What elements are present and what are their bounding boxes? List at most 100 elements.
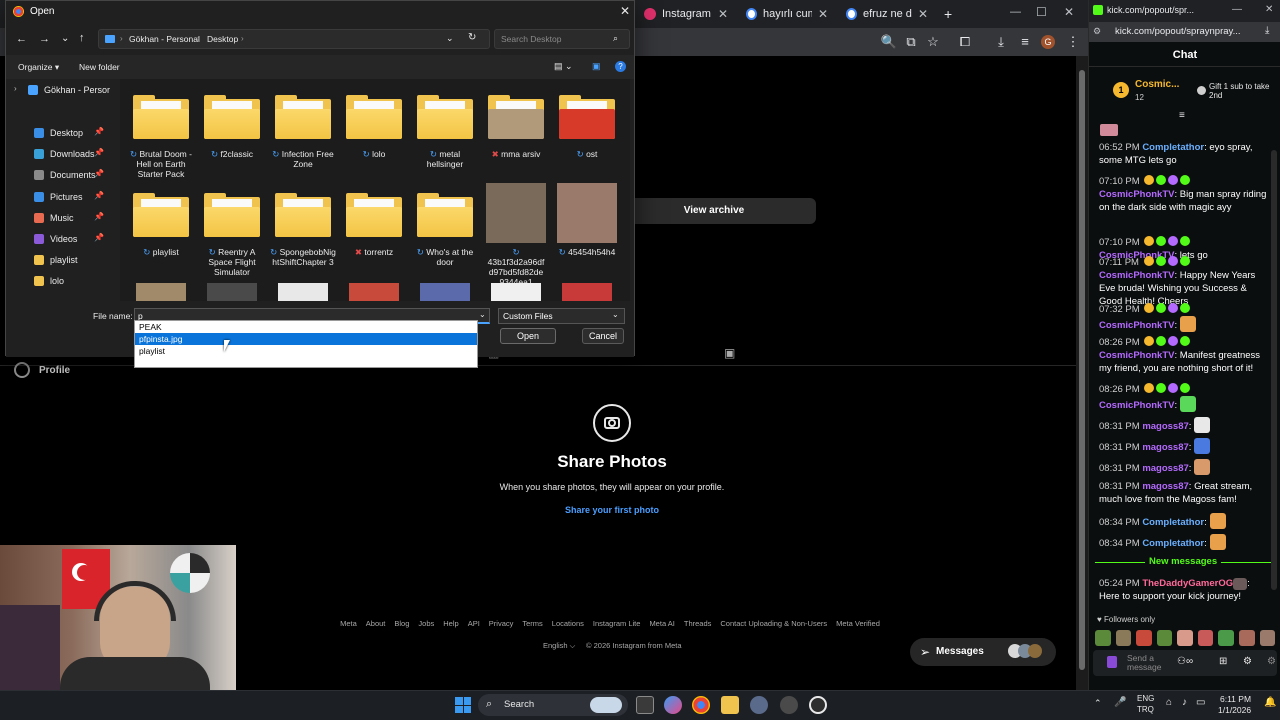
nav-item[interactable]: lolo	[34, 274, 64, 288]
discord-taskbar-icon[interactable]	[780, 696, 798, 714]
chat-username[interactable]: magoss87	[1142, 421, 1188, 432]
site-info-icon[interactable]: ⚙	[1093, 26, 1101, 37]
language-indicator-bottom[interactable]: TRQ	[1137, 705, 1154, 714]
settings-taskbar-icon[interactable]	[750, 696, 768, 714]
up-arrow-icon[interactable]: ↑	[79, 32, 85, 44]
file-item[interactable]: ↻ f2classic	[199, 95, 265, 159]
download-icon[interactable]: ⤓	[1265, 25, 1269, 36]
taskbar-search-box[interactable]: ⌕ Search	[478, 694, 628, 716]
footer-link[interactable]: Meta AI	[649, 619, 674, 628]
send-message-input[interactable]: Send a message ⚇∞ ⊞ ⚙ ⚙	[1093, 650, 1277, 676]
file-item[interactable]: ↻ Brutal Doom - Hell on Earth Starter Pa…	[128, 95, 194, 179]
close-window-button[interactable]: ✕	[1265, 4, 1273, 15]
chrome-taskbar-icon[interactable]	[692, 696, 710, 714]
tab-instagram[interactable]: Instagram ✕	[636, 3, 736, 25]
chat-username[interactable]: CosmicPhonkTV	[1099, 400, 1175, 411]
back-arrow-icon[interactable]: ←	[16, 33, 27, 45]
view-options-icon[interactable]: ▤ ⌄	[554, 61, 573, 72]
nav-item[interactable]: Desktop	[34, 126, 83, 140]
chat-username[interactable]: Completathor	[1142, 142, 1204, 153]
chat-username[interactable]: magoss87	[1142, 481, 1188, 492]
battery-icon[interactable]: ▭	[1196, 697, 1205, 708]
chat-options-icon[interactable]: ⚇∞	[1177, 656, 1193, 667]
organize-button[interactable]: Organize ▾	[18, 62, 59, 73]
nav-item[interactable]: Music	[34, 211, 74, 225]
open-button[interactable]: Open	[500, 328, 556, 344]
file-item[interactable]: ↻ playlist	[128, 193, 194, 257]
language-indicator-top[interactable]: ENG	[1137, 694, 1154, 703]
file-type-select[interactable]: Custom Files ⌄	[498, 308, 625, 324]
kick-url[interactable]: kick.com/popout/spraynpray...	[1115, 26, 1241, 37]
chat-username[interactable]: TheDaddyGamerOG	[1142, 578, 1233, 589]
file-thumbnail[interactable]	[562, 283, 612, 301]
nav-item[interactable]: Documents	[34, 168, 96, 182]
file-item[interactable]: ↻ lolo	[341, 95, 407, 159]
new-folder-button[interactable]: New folder	[79, 62, 120, 72]
file-item[interactable]: ✖ torrentz	[341, 193, 407, 257]
minimize-button[interactable]: —	[1232, 4, 1242, 15]
file-explorer-icon[interactable]	[721, 696, 739, 714]
clock-date[interactable]: 1/1/2026	[1218, 705, 1251, 715]
zoom-icon[interactable]: 🔍	[880, 33, 898, 51]
file-thumbnail[interactable]	[420, 283, 470, 301]
nav-item[interactable]: playlist	[34, 253, 78, 267]
microphone-icon[interactable]	[1107, 656, 1117, 668]
file-item[interactable]: ↻ SpongebobNig htShiftChapter 3	[270, 193, 336, 267]
microphone-tray-icon[interactable]: 🎤	[1114, 697, 1126, 708]
profile-avatar[interactable]: G	[1041, 35, 1055, 49]
bookmark-star-icon[interactable]: ☆	[924, 33, 942, 51]
install-icon[interactable]: ⧉	[902, 33, 920, 51]
chat-username[interactable]: CosmicPhonkTV	[1099, 270, 1175, 281]
file-thumbnail[interactable]	[207, 283, 257, 301]
gift-text[interactable]: Gift 1 sub to take 2nd	[1209, 82, 1271, 100]
download-icon[interactable]: ⤓	[992, 33, 1010, 51]
media-control-icon[interactable]: ≡	[1016, 33, 1034, 51]
extensions-icon[interactable]: ⧠	[956, 33, 974, 51]
footer-link[interactable]: Help	[443, 619, 458, 628]
footer-link[interactable]: Instagram Lite	[593, 619, 641, 628]
close-tab-icon[interactable]: ✕	[718, 7, 728, 21]
network-icon[interactable]: ⌂	[1166, 697, 1172, 708]
file-thumbnail[interactable]	[349, 283, 399, 301]
menu-dots-icon[interactable]: ⋮	[1064, 33, 1082, 51]
recent-chevron-icon[interactable]: ⌄	[61, 33, 69, 44]
footer-link[interactable]: Locations	[552, 619, 584, 628]
tray-chevron-icon[interactable]: ⌃	[1094, 698, 1102, 709]
nav-item[interactable]: Pictures	[34, 190, 83, 204]
file-thumbnail[interactable]	[136, 283, 186, 301]
refresh-icon[interactable]: ↻	[468, 32, 476, 43]
close-tab-icon[interactable]: ✕	[818, 7, 828, 21]
file-item[interactable]: ↻ metal hellsinger	[412, 95, 478, 169]
autocomplete-option[interactable]: playlist	[135, 345, 477, 357]
expand-chevron-icon[interactable]: ›	[14, 84, 17, 93]
messages-button[interactable]: ➢ Messages	[910, 638, 1056, 666]
top-gifter-name[interactable]: Cosmic...	[1135, 79, 1179, 90]
clock-time[interactable]: 6:11 PM	[1220, 694, 1251, 704]
file-item[interactable]: ↻ 45454h54h4	[554, 183, 620, 257]
file-item[interactable]: ↻ Who's at the door	[412, 193, 478, 267]
page-scrollbar[interactable]	[1076, 56, 1088, 690]
tab-efruz[interactable]: efruz ne deme ✕	[838, 3, 936, 25]
chat-username[interactable]: magoss87	[1142, 463, 1188, 474]
footer-link[interactable]: About	[366, 619, 386, 628]
collapse-icon[interactable]: ≡	[1179, 110, 1185, 121]
nav-item[interactable]: Gökhan - Persor	[28, 83, 110, 97]
chat-username[interactable]: magoss87	[1142, 442, 1188, 453]
file-name-dropdown-icon[interactable]: ⌄	[479, 310, 486, 319]
footer-link[interactable]: Threads	[684, 619, 712, 628]
search-desktop-input[interactable]: Search Desktop ⌕	[494, 29, 630, 49]
footer-link[interactable]: Terms	[522, 619, 542, 628]
breadcrumb-desktop[interactable]: Desktop	[207, 34, 238, 44]
footer-link[interactable]: Contact Uploading & Non-Users	[720, 619, 827, 628]
new-tab-button[interactable]: +	[944, 6, 952, 22]
share-first-photo-link[interactable]: Share your first photo	[438, 505, 786, 515]
settings-gear-icon[interactable]: ⚙	[1243, 656, 1252, 667]
footer-link[interactable]: Blog	[394, 619, 409, 628]
file-item[interactable]: ↻ 43b1f3d2a96df d97bd5fd82de 9344ea1	[483, 183, 549, 287]
profile-nav-label[interactable]: Profile	[39, 365, 70, 376]
file-item[interactable]: ↻ Reentry A Space Flight Simulator	[199, 193, 265, 277]
file-item[interactable]: ↻ ost	[554, 95, 620, 159]
view-archive-button[interactable]: View archive	[612, 198, 816, 224]
media-player-icon[interactable]	[809, 696, 827, 714]
chat-username[interactable]: CosmicPhonkTV	[1099, 350, 1175, 361]
